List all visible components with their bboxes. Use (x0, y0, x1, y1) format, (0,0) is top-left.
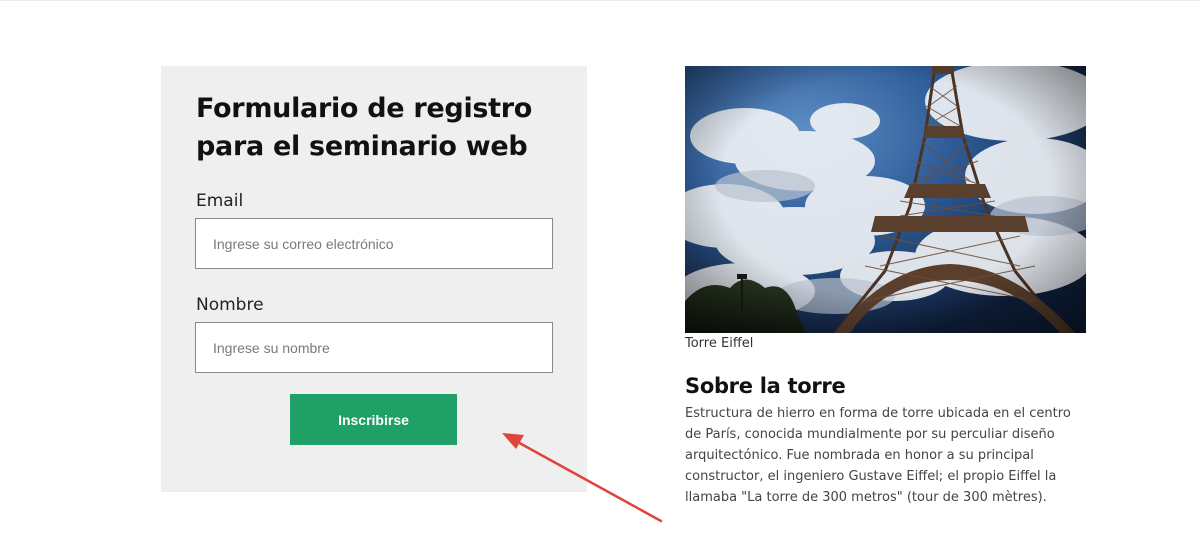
eiffel-tower-photo (685, 66, 1086, 333)
photo-caption: Torre Eiffel (685, 336, 754, 351)
name-input[interactable] (195, 322, 553, 373)
about-description: Estructura de hierro en forma de torre u… (685, 406, 1071, 505)
name-label: Nombre (196, 295, 264, 315)
email-input[interactable] (195, 218, 553, 269)
subscribe-button[interactable]: Inscribirse (290, 394, 457, 445)
email-label: Email (196, 191, 244, 211)
registration-form: Formulario de registro para el seminario… (161, 66, 587, 492)
form-title: Formulario de registro para el seminario… (196, 93, 533, 162)
top-divider (0, 0, 1200, 1)
about-heading: Sobre la torre (685, 374, 846, 398)
